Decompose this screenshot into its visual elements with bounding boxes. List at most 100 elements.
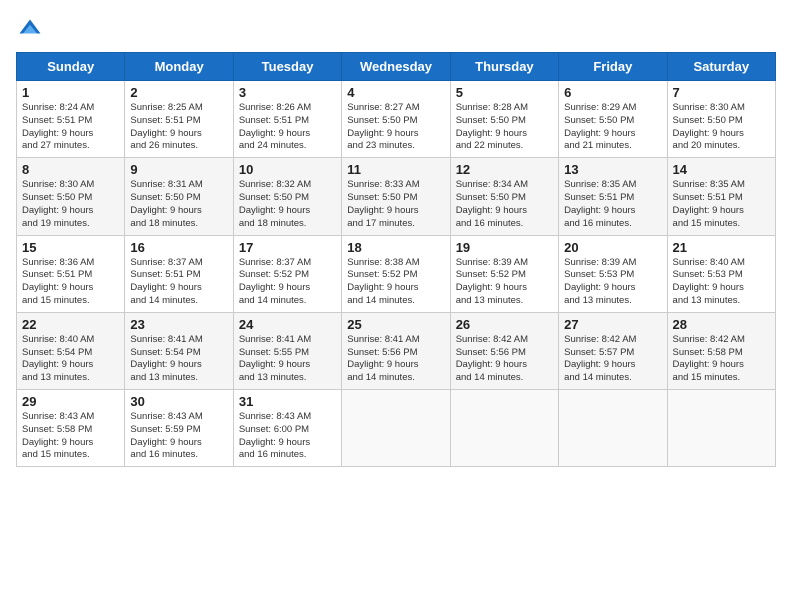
calendar-cell: 15 Sunrise: 8:36 AM Sunset: 5:51 PM Dayli… (17, 235, 125, 312)
calendar-cell: 31 Sunrise: 8:43 AM Sunset: 6:00 PM Dayli… (233, 390, 341, 467)
day-number: 7 (673, 85, 770, 100)
day-info: Sunrise: 8:40 AM Sunset: 5:54 PM Dayligh… (22, 334, 119, 385)
calendar-cell: 30 Sunrise: 8:43 AM Sunset: 5:59 PM Dayli… (125, 390, 233, 467)
day-info: Sunrise: 8:34 AM Sunset: 5:50 PM Dayligh… (456, 179, 553, 230)
calendar-cell: 24 Sunrise: 8:41 AM Sunset: 5:55 PM Dayli… (233, 312, 341, 389)
day-info: Sunrise: 8:43 AM Sunset: 5:59 PM Dayligh… (130, 411, 227, 462)
day-info: Sunrise: 8:30 AM Sunset: 5:50 PM Dayligh… (673, 102, 770, 153)
day-number: 20 (564, 240, 661, 255)
calendar-cell: 22 Sunrise: 8:40 AM Sunset: 5:54 PM Dayli… (17, 312, 125, 389)
calendar-cell: 9 Sunrise: 8:31 AM Sunset: 5:50 PM Daylig… (125, 158, 233, 235)
day-number: 25 (347, 317, 444, 332)
day-number: 28 (673, 317, 770, 332)
calendar-cell: 28 Sunrise: 8:42 AM Sunset: 5:58 PM Dayli… (667, 312, 775, 389)
calendar-cell: 3 Sunrise: 8:26 AM Sunset: 5:51 PM Daylig… (233, 81, 341, 158)
col-sunday: Sunday (17, 53, 125, 81)
day-info: Sunrise: 8:39 AM Sunset: 5:53 PM Dayligh… (564, 257, 661, 308)
calendar-cell: 27Sunrise: 8:42 AM Sunset: 5:57 PM Dayli… (559, 312, 667, 389)
day-info: Sunrise: 8:24 AM Sunset: 5:51 PM Dayligh… (22, 102, 119, 153)
calendar-cell: 5Sunrise: 8:28 AM Sunset: 5:50 PM Daylig… (450, 81, 558, 158)
day-info: Sunrise: 8:26 AM Sunset: 5:51 PM Dayligh… (239, 102, 336, 153)
day-number: 10 (239, 162, 336, 177)
calendar-cell: 8Sunrise: 8:30 AM Sunset: 5:50 PM Daylig… (17, 158, 125, 235)
day-number: 17 (239, 240, 336, 255)
day-info: Sunrise: 8:31 AM Sunset: 5:50 PM Dayligh… (130, 179, 227, 230)
calendar-cell: 12 Sunrise: 8:34 AM Sunset: 5:50 PM Dayli… (450, 158, 558, 235)
day-number: 24 (239, 317, 336, 332)
calendar-week-4: 22 Sunrise: 8:40 AM Sunset: 5:54 PM Dayli… (17, 312, 776, 389)
page-header (16, 16, 776, 44)
day-info: Sunrise: 8:42 AM Sunset: 5:58 PM Dayligh… (673, 334, 770, 385)
logo-icon (16, 16, 44, 44)
day-info: Sunrise: 8:42 AM Sunset: 5:57 PM Dayligh… (564, 334, 661, 385)
calendar-cell: 23 Sunrise: 8:41 AM Sunset: 5:54 PM Dayli… (125, 312, 233, 389)
col-monday: Monday (125, 53, 233, 81)
day-info: Sunrise: 8:41 AM Sunset: 5:54 PM Dayligh… (130, 334, 227, 385)
day-info: Sunrise: 8:43 AM Sunset: 5:58 PM Dayligh… (22, 411, 119, 462)
day-info: Sunrise: 8:25 AM Sunset: 5:51 PM Dayligh… (130, 102, 227, 153)
calendar-week-5: 29 Sunrise: 8:43 AM Sunset: 5:58 PM Dayli… (17, 390, 776, 467)
day-number: 23 (130, 317, 227, 332)
day-number: 19 (456, 240, 553, 255)
calendar-cell: 11 Sunrise: 8:33 AM Sunset: 5:50 PM Dayli… (342, 158, 450, 235)
col-wednesday: Wednesday (342, 53, 450, 81)
day-number: 13 (564, 162, 661, 177)
day-number: 30 (130, 394, 227, 409)
calendar-cell: 2 Sunrise: 8:25 AM Sunset: 5:51 PM Daylig… (125, 81, 233, 158)
calendar-cell: 25Sunrise: 8:41 AM Sunset: 5:56 PM Dayli… (342, 312, 450, 389)
calendar-cell: 7 Sunrise: 8:30 AM Sunset: 5:50 PM Daylig… (667, 81, 775, 158)
day-number: 22 (22, 317, 119, 332)
calendar-week-1: 1 Sunrise: 8:24 AM Sunset: 5:51 PM Daylig… (17, 81, 776, 158)
day-number: 2 (130, 85, 227, 100)
calendar-cell: 18Sunrise: 8:38 AM Sunset: 5:52 PM Dayli… (342, 235, 450, 312)
calendar-cell: 10 Sunrise: 8:32 AM Sunset: 5:50 PM Dayli… (233, 158, 341, 235)
calendar-week-3: 15 Sunrise: 8:36 AM Sunset: 5:51 PM Dayli… (17, 235, 776, 312)
day-number: 11 (347, 162, 444, 177)
day-info: Sunrise: 8:35 AM Sunset: 5:51 PM Dayligh… (673, 179, 770, 230)
calendar-cell: 16Sunrise: 8:37 AM Sunset: 5:51 PM Dayli… (125, 235, 233, 312)
calendar-cell: 19 Sunrise: 8:39 AM Sunset: 5:52 PM Dayli… (450, 235, 558, 312)
day-number: 31 (239, 394, 336, 409)
day-info: Sunrise: 8:39 AM Sunset: 5:52 PM Dayligh… (456, 257, 553, 308)
day-number: 9 (130, 162, 227, 177)
calendar-cell: 21Sunrise: 8:40 AM Sunset: 5:53 PM Dayli… (667, 235, 775, 312)
day-number: 1 (22, 85, 119, 100)
calendar-cell: 13 Sunrise: 8:35 AM Sunset: 5:51 PM Dayli… (559, 158, 667, 235)
day-info: Sunrise: 8:36 AM Sunset: 5:51 PM Dayligh… (22, 257, 119, 308)
day-info: Sunrise: 8:27 AM Sunset: 5:50 PM Dayligh… (347, 102, 444, 153)
day-info: Sunrise: 8:32 AM Sunset: 5:50 PM Dayligh… (239, 179, 336, 230)
day-number: 18 (347, 240, 444, 255)
day-number: 12 (456, 162, 553, 177)
day-number: 8 (22, 162, 119, 177)
calendar-table: Sunday Monday Tuesday Wednesday Thursday… (16, 52, 776, 467)
day-info: Sunrise: 8:41 AM Sunset: 5:55 PM Dayligh… (239, 334, 336, 385)
day-number: 3 (239, 85, 336, 100)
day-info: Sunrise: 8:35 AM Sunset: 5:51 PM Dayligh… (564, 179, 661, 230)
day-number: 15 (22, 240, 119, 255)
calendar-cell: 20 Sunrise: 8:39 AM Sunset: 5:53 PM Dayli… (559, 235, 667, 312)
calendar-cell: 14 Sunrise: 8:35 AM Sunset: 5:51 PM Dayli… (667, 158, 775, 235)
day-number: 4 (347, 85, 444, 100)
calendar-cell (667, 390, 775, 467)
day-number: 14 (673, 162, 770, 177)
day-info: Sunrise: 8:43 AM Sunset: 6:00 PM Dayligh… (239, 411, 336, 462)
calendar-cell: 17 Sunrise: 8:37 AM Sunset: 5:52 PM Dayli… (233, 235, 341, 312)
day-info: Sunrise: 8:28 AM Sunset: 5:50 PM Dayligh… (456, 102, 553, 153)
day-number: 29 (22, 394, 119, 409)
day-number: 6 (564, 85, 661, 100)
col-thursday: Thursday (450, 53, 558, 81)
day-info: Sunrise: 8:29 AM Sunset: 5:50 PM Dayligh… (564, 102, 661, 153)
calendar-cell: 6 Sunrise: 8:29 AM Sunset: 5:50 PM Daylig… (559, 81, 667, 158)
calendar-cell: 26Sunrise: 8:42 AM Sunset: 5:56 PM Dayli… (450, 312, 558, 389)
day-info: Sunrise: 8:40 AM Sunset: 5:53 PM Dayligh… (673, 257, 770, 308)
col-friday: Friday (559, 53, 667, 81)
calendar-cell: 4 Sunrise: 8:27 AM Sunset: 5:50 PM Daylig… (342, 81, 450, 158)
calendar-cell (342, 390, 450, 467)
day-number: 16 (130, 240, 227, 255)
day-number: 26 (456, 317, 553, 332)
calendar-cell (559, 390, 667, 467)
logo (16, 16, 48, 44)
day-info: Sunrise: 8:37 AM Sunset: 5:52 PM Dayligh… (239, 257, 336, 308)
day-info: Sunrise: 8:33 AM Sunset: 5:50 PM Dayligh… (347, 179, 444, 230)
calendar-cell: 29 Sunrise: 8:43 AM Sunset: 5:58 PM Dayli… (17, 390, 125, 467)
